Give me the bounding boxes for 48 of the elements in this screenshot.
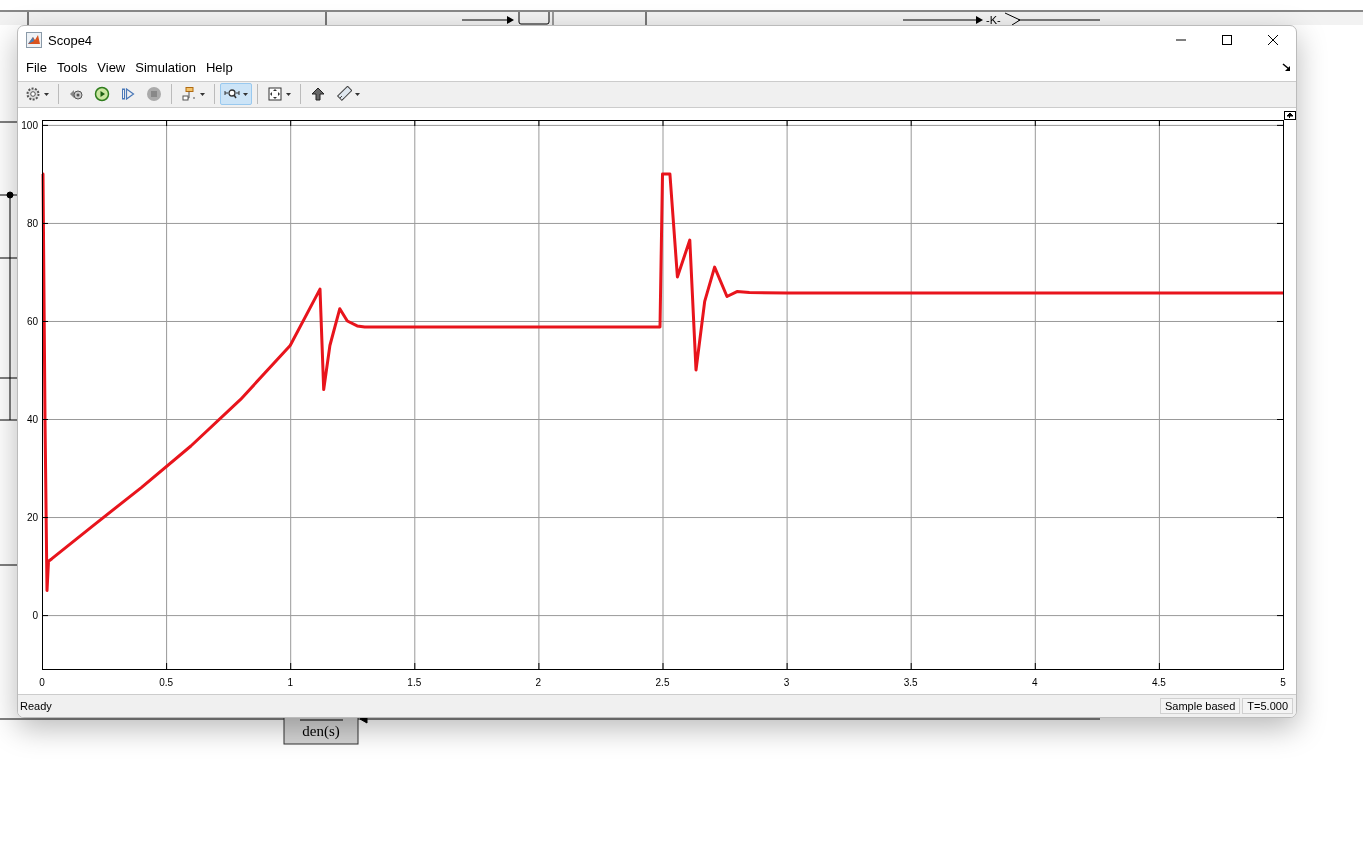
restore-plot-icon[interactable] [1284, 111, 1296, 121]
menu-item[interactable]: Tools [51, 57, 93, 77]
menu-item[interactable]: Simulation [130, 57, 201, 77]
window-title: Scope4 [48, 32, 94, 48]
arrow-up-icon [310, 86, 326, 103]
y-tick-label: 20 [26, 512, 38, 524]
app-logo-icon [26, 32, 42, 48]
caret-icon [286, 92, 291, 96]
y-tick-label: 60 [26, 316, 38, 328]
x-tick-label: 0.5 [159, 677, 174, 689]
x-tick-label: 1 [287, 677, 293, 689]
close-icon [1267, 34, 1279, 46]
gain-block-outline [1004, 12, 1021, 26]
x-tick-label: 2.5 [655, 677, 670, 689]
sample-mode-field: Sample based [1160, 698, 1241, 715]
step-forward-icon [120, 86, 136, 103]
block-diagram-icon [181, 86, 197, 103]
caret-icon [355, 92, 360, 96]
caret-icon [44, 92, 49, 96]
x-tick-label: 3.5 [903, 677, 918, 689]
signal-arrow [461, 16, 514, 24]
gain-block-label: -K- [986, 14, 1001, 26]
x-tick-label: 5 [1280, 677, 1286, 689]
y-tick-label: 80 [26, 218, 38, 230]
simulation-time-field: T=5.000 [1242, 698, 1293, 715]
y-tick-label: 100 [21, 120, 38, 132]
undock-icon[interactable] [1282, 63, 1291, 72]
maximize-icon [1221, 34, 1233, 46]
stop-icon [146, 86, 162, 103]
x-tick-label: 3 [783, 677, 790, 689]
caret-icon [243, 92, 248, 96]
x-tick-label: 0 [39, 677, 45, 689]
fit-to-view-icon [267, 86, 283, 103]
x-tick-label: 4 [1032, 677, 1038, 689]
caret-icon [200, 92, 205, 96]
x-tick-label: 1.5 [407, 677, 422, 689]
x-tick-label: 4.5 [1151, 677, 1166, 689]
x-tick-label: 2 [535, 677, 542, 689]
toolbar-button[interactable] [220, 83, 252, 106]
status-text: Ready [20, 700, 53, 713]
menu-item[interactable]: Help [200, 57, 238, 77]
transfer-function-block: den(s) [283, 716, 359, 745]
y-tick-label: 40 [26, 414, 38, 426]
settings-icon [25, 86, 41, 103]
play-icon [94, 86, 110, 103]
y-tick-label: 0 [32, 610, 38, 622]
menu-item[interactable]: File [21, 57, 52, 77]
menu-item[interactable]: View [92, 57, 131, 77]
